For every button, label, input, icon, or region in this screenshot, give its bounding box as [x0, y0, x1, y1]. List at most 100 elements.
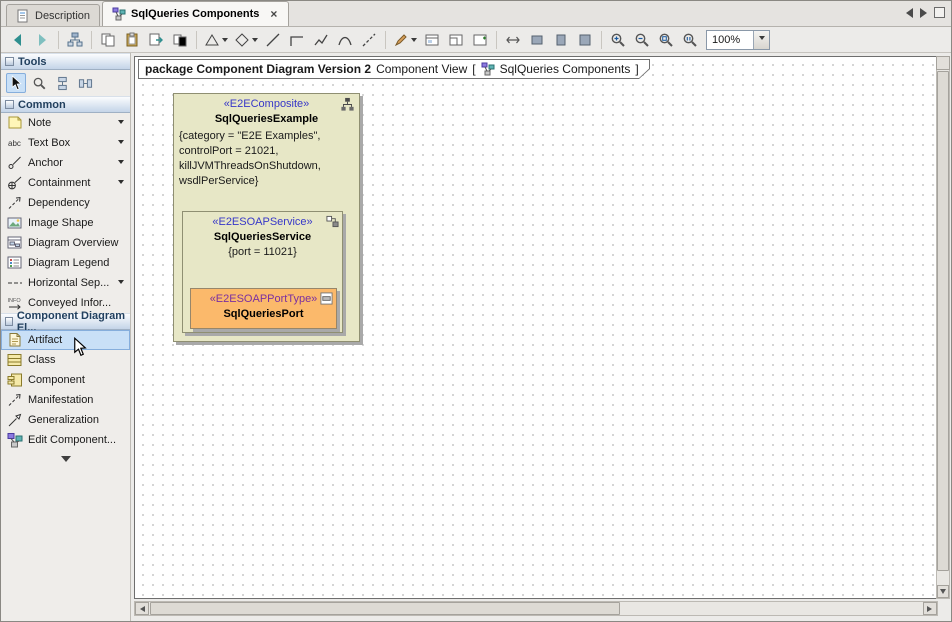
tab-sqlqueries-components[interactable]: SqlQueries Components ×: [102, 1, 289, 26]
component-diagram-icon: [112, 7, 126, 21]
anchor-icon: [7, 155, 23, 171]
manifestation-icon: [7, 392, 23, 408]
rectilinear-path-button[interactable]: [286, 29, 308, 51]
palette-scroll-down-button[interactable]: [1, 450, 130, 468]
layout-mode-button[interactable]: [64, 29, 86, 51]
horizontal-layout-tool-button[interactable]: [75, 73, 95, 93]
application-window: Description SqlQueries Components ×: [0, 0, 952, 622]
zoom-dropdown-button[interactable]: [753, 31, 769, 49]
main-toolbar: 100%: [1, 27, 951, 53]
tab-label: Description: [35, 10, 90, 22]
component-name: SqlQueriesService: [183, 231, 342, 243]
diagram-frame-label[interactable]: package Component Diagram Version 2 Comp…: [138, 59, 650, 79]
paste-special-button[interactable]: [145, 29, 167, 51]
document-tab-bar: Description SqlQueries Components ×: [1, 1, 951, 27]
create-triangle-shape-button[interactable]: [202, 29, 230, 51]
horizontal-scrollbar-thumb[interactable]: [150, 602, 620, 615]
horizontal-scrollbar[interactable]: [134, 601, 938, 616]
palette-item-edit-component[interactable]: Edit Component...: [1, 430, 130, 450]
containment-icon: [7, 175, 23, 191]
scroll-tabs-right-icon[interactable]: [920, 8, 927, 18]
swap-direction-button[interactable]: [502, 29, 524, 51]
palette-section-tools[interactable]: Tools: [1, 53, 130, 70]
image-shape-icon: [7, 215, 23, 231]
artifact-icon: [7, 332, 23, 348]
vertical-layout-tool-button[interactable]: [52, 73, 72, 93]
scrollbar-corner-button[interactable]: [936, 56, 950, 70]
palette-item-containment[interactable]: Containment: [1, 173, 130, 193]
chevron-down-icon: [759, 36, 765, 43]
dependency-icon: [7, 195, 23, 211]
select-tool-button[interactable]: [6, 73, 26, 93]
content-frame-button[interactable]: [445, 29, 467, 51]
palette-item-anchor[interactable]: Anchor: [1, 153, 130, 173]
make-same-width-button[interactable]: [526, 29, 548, 51]
diagram-canvas[interactable]: package Component Diagram Version 2 Comp…: [134, 56, 938, 599]
curved-path-button[interactable]: [334, 29, 356, 51]
forward-button[interactable]: [31, 29, 53, 51]
stereotype-label: «E2ESOAPPortType»: [191, 293, 336, 305]
palette-item-conveyed-information[interactable]: INFO Conveyed Infor...: [1, 293, 130, 313]
diagram-overview-button[interactable]: [421, 29, 443, 51]
frame-kind: Component View: [376, 62, 467, 76]
zoom-in-icon[interactable]: [607, 29, 629, 51]
zigzag-path-button[interactable]: [310, 29, 332, 51]
palette-item-dependency[interactable]: Dependency: [1, 193, 130, 213]
zoom-select[interactable]: 100%: [706, 30, 770, 50]
dashed-oblique-path-button[interactable]: [358, 29, 380, 51]
section-collapse-icon: [5, 57, 14, 66]
duplicate-button[interactable]: [169, 29, 191, 51]
service-sqlqueriesservice[interactable]: «E2ESOAPService» SqlQueriesService {port…: [182, 211, 343, 333]
scroll-tabs-left-icon[interactable]: [906, 8, 913, 18]
palette-item-manifestation[interactable]: Manifestation: [1, 390, 130, 410]
paste-button[interactable]: [121, 29, 143, 51]
tab-description[interactable]: Description: [6, 4, 100, 26]
chevron-down-icon[interactable]: [118, 280, 124, 287]
palette-item-note[interactable]: Note: [1, 113, 130, 133]
zoom-tool-button[interactable]: [29, 73, 49, 93]
vertical-scrollbar[interactable]: [936, 56, 950, 599]
diagram-overview-icon: [7, 235, 23, 251]
stereotype-label: «E2EComposite»: [174, 98, 359, 110]
scroll-right-icon[interactable]: [923, 602, 937, 615]
chevron-down-icon[interactable]: [118, 120, 124, 127]
palette-section-component-diagram-elements[interactable]: Component Diagram El...: [1, 313, 130, 330]
component-icon: [7, 372, 23, 388]
composite-sqlqueriesexample[interactable]: «E2EComposite» SqlQueriesExample {catego…: [173, 93, 360, 342]
palette-section-common[interactable]: Common: [1, 96, 130, 113]
scroll-left-icon[interactable]: [135, 602, 149, 615]
porttype-sqlqueriesport[interactable]: «E2ESOAPPortType» SqlQueriesPort: [190, 288, 337, 329]
close-icon[interactable]: ×: [268, 9, 279, 19]
palette-item-diagram-overview[interactable]: Diagram Overview: [1, 233, 130, 253]
palette-item-component[interactable]: Component: [1, 370, 130, 390]
zoom-1-1-icon[interactable]: [679, 29, 701, 51]
palette-item-horizontal-separator[interactable]: Horizontal Sep...: [1, 273, 130, 293]
chevron-down-icon: [222, 38, 228, 45]
palette-item-generalization[interactable]: Generalization: [1, 410, 130, 430]
fit-in-window-icon[interactable]: [655, 29, 677, 51]
create-diamond-shape-button[interactable]: [232, 29, 260, 51]
make-same-size-button[interactable]: [574, 29, 596, 51]
oblique-path-button[interactable]: [262, 29, 284, 51]
back-button[interactable]: [7, 29, 29, 51]
scroll-down-icon[interactable]: [937, 585, 949, 598]
chevron-down-icon[interactable]: [118, 180, 124, 187]
zoom-out-icon[interactable]: [631, 29, 653, 51]
drawing-mode-button[interactable]: [391, 29, 419, 51]
vertical-scrollbar-thumb[interactable]: [937, 71, 949, 571]
chevron-down-icon[interactable]: [118, 160, 124, 167]
palette-item-class[interactable]: Class: [1, 350, 130, 370]
copy-button[interactable]: [97, 29, 119, 51]
chevron-down-icon: [411, 38, 417, 45]
add-frame-button[interactable]: [469, 29, 491, 51]
e2e-soap-service-icon: [326, 215, 339, 231]
palette-item-text-box[interactable]: abc Text Box: [1, 133, 130, 153]
frame-open-bracket: [: [472, 62, 475, 76]
palette-item-artifact[interactable]: Artifact: [1, 330, 130, 350]
palette-item-diagram-legend[interactable]: Diagram Legend: [1, 253, 130, 273]
tab-list-icon[interactable]: [934, 7, 945, 18]
make-same-height-button[interactable]: [550, 29, 572, 51]
chevron-down-icon[interactable]: [118, 140, 124, 147]
palette-item-image-shape[interactable]: Image Shape: [1, 213, 130, 233]
component-name: SqlQueriesPort: [191, 308, 336, 320]
